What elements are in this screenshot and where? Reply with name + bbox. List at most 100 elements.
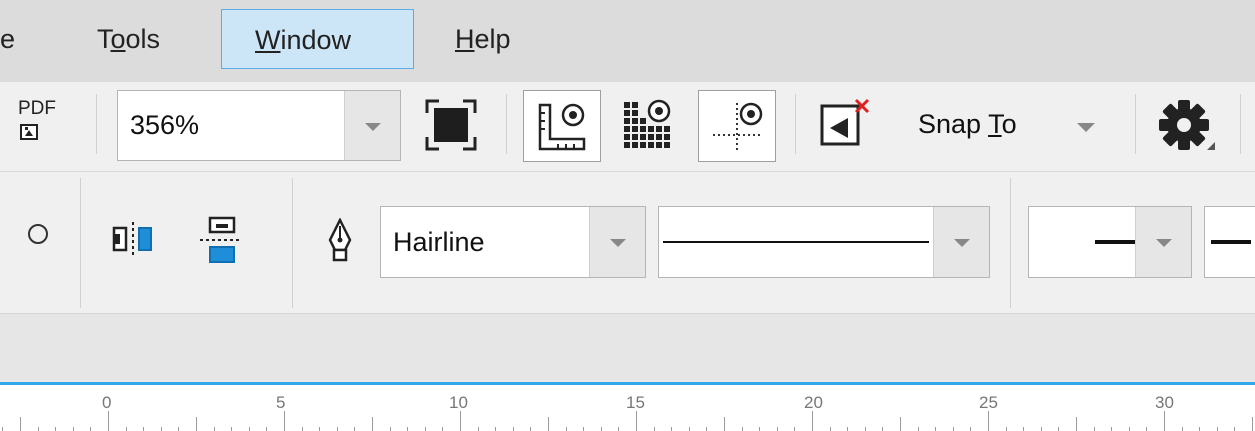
- end-arrowhead-combo[interactable]: [1204, 206, 1255, 278]
- ruler-label: 30: [1155, 393, 1174, 412]
- ruler-tick: [548, 417, 549, 431]
- outline-width-dropdown-arrow[interactable]: [589, 207, 645, 277]
- ruler-tick: [2, 427, 4, 431]
- ruler-tick: [1181, 427, 1183, 431]
- full-screen-preview-icon[interactable]: [425, 99, 477, 151]
- zoom-level-value: 356%: [130, 110, 200, 140]
- show-grid-icon[interactable]: [620, 98, 676, 154]
- ruler-label: 25: [979, 393, 998, 412]
- ruler-tick: [917, 427, 919, 431]
- property-bar: Hairline: [0, 172, 1255, 314]
- propbar-separator: [292, 178, 293, 308]
- zoom-level-combo[interactable]: 356%: [117, 90, 401, 161]
- alignment-guides-icon[interactable]: [818, 96, 874, 152]
- propbar-separator: [80, 178, 81, 308]
- menu-bar: e Tools Window Help: [0, 0, 1255, 82]
- ruler-tick: [636, 411, 637, 431]
- menu-item-cut[interactable]: e: [0, 9, 20, 69]
- show-rulers-button[interactable]: [523, 90, 601, 162]
- menu-tools-label-a: T: [97, 24, 111, 54]
- ruler-tick: [477, 427, 479, 431]
- ruler-tick: [1164, 411, 1165, 431]
- chevron-down-icon: [1077, 123, 1095, 132]
- start-arrowhead-dropdown-arrow[interactable]: [1135, 207, 1191, 277]
- menu-window-mnemonic: W: [255, 25, 281, 55]
- snap-to-dropdown[interactable]: Snap To: [910, 96, 1115, 156]
- toolbar-separator: [506, 94, 507, 154]
- ruler-tick: [266, 427, 268, 431]
- ruler-tick: [794, 427, 796, 431]
- mirror-vertical-icon[interactable]: [196, 214, 242, 266]
- menu-tools-label-b: ols: [125, 24, 161, 54]
- publish-pdf-button[interactable]: PDF: [14, 96, 64, 148]
- ruler-tick: [407, 427, 409, 431]
- ruler-tick: [319, 427, 321, 431]
- ruler-tick: [935, 427, 937, 431]
- mirror-horizontal-icon[interactable]: [110, 220, 156, 260]
- ruler-tick: [1128, 427, 1130, 431]
- ruler-tick: [724, 417, 725, 431]
- menu-item-tools[interactable]: Tools: [97, 9, 160, 69]
- show-rulers-icon: [538, 103, 586, 151]
- ruler-tick: [1199, 427, 1201, 431]
- ruler-tick: [847, 427, 849, 431]
- outline-width-combo[interactable]: Hairline: [380, 206, 646, 278]
- menu-window-label: indow: [280, 25, 352, 55]
- show-guidelines-button[interactable]: [698, 90, 776, 162]
- ruler-tick: [653, 427, 655, 431]
- ruler-tick: [688, 427, 690, 431]
- ruler-tick: [143, 427, 145, 431]
- ruler-tick: [1216, 427, 1218, 431]
- ruler-tick: [741, 427, 743, 431]
- line-style-combo[interactable]: [658, 206, 990, 278]
- ruler-label: 15: [626, 393, 645, 412]
- ruler-label: 10: [449, 393, 468, 412]
- ruler-tick: [460, 411, 461, 431]
- ruler-tick: [1252, 417, 1253, 431]
- ruler-tick: [125, 427, 127, 431]
- ruler-tick: [565, 427, 567, 431]
- ruler-tick: [1146, 427, 1148, 431]
- ruler-tick: [90, 427, 92, 431]
- snap-to-label: Snap To: [918, 109, 1017, 140]
- snap-to-label-a: Snap: [918, 109, 989, 139]
- ruler-tick: [882, 427, 884, 431]
- ruler-tick: [442, 427, 444, 431]
- ruler-tick: [1023, 427, 1025, 431]
- end-arrowhead-preview: [1211, 240, 1251, 244]
- ruler-tick: [55, 427, 57, 431]
- menu-tools-mnemonic: o: [110, 24, 126, 54]
- outline-pen-icon[interactable]: [326, 218, 354, 264]
- show-guidelines-icon: [713, 102, 763, 151]
- ruler-tick: [284, 411, 285, 431]
- menu-item-window[interactable]: Window: [221, 9, 414, 69]
- line-style-preview: [663, 241, 929, 243]
- horizontal-ruler[interactable]: 0 5 10 15 20 25 30: [0, 382, 1255, 431]
- ruler-tick: [1234, 427, 1236, 431]
- ruler-tick: [196, 417, 197, 431]
- line-style-dropdown-arrow[interactable]: [933, 207, 989, 277]
- zoom-dropdown-arrow[interactable]: [344, 91, 400, 160]
- ruler-tick: [72, 427, 74, 431]
- start-arrowhead-combo[interactable]: [1028, 206, 1192, 278]
- ruler-tick: [372, 417, 373, 431]
- ruler-tick: [618, 427, 620, 431]
- toolbar-separator: [1135, 94, 1136, 154]
- ruler-tick: [759, 427, 761, 431]
- radio-circle-icon[interactable]: [26, 222, 50, 246]
- ruler-tick: [301, 427, 303, 431]
- ruler-tick: [1005, 427, 1007, 431]
- ruler-tick: [812, 411, 813, 431]
- ruler-tick: [1076, 417, 1077, 431]
- start-arrowhead-preview: [1095, 240, 1135, 244]
- menu-item-help[interactable]: Help: [455, 9, 511, 69]
- ruler-tick: [37, 427, 39, 431]
- ruler-tick: [231, 427, 233, 431]
- ruler-tick: [336, 427, 338, 431]
- menu-item-cut-label: e: [0, 24, 16, 54]
- ruler-tick: [1093, 427, 1095, 431]
- ruler-tick: [1058, 427, 1060, 431]
- ruler-tick: [354, 427, 356, 431]
- standard-toolbar: PDF 356% Snap To: [0, 82, 1255, 172]
- settings-gear-icon[interactable]: [1157, 98, 1217, 158]
